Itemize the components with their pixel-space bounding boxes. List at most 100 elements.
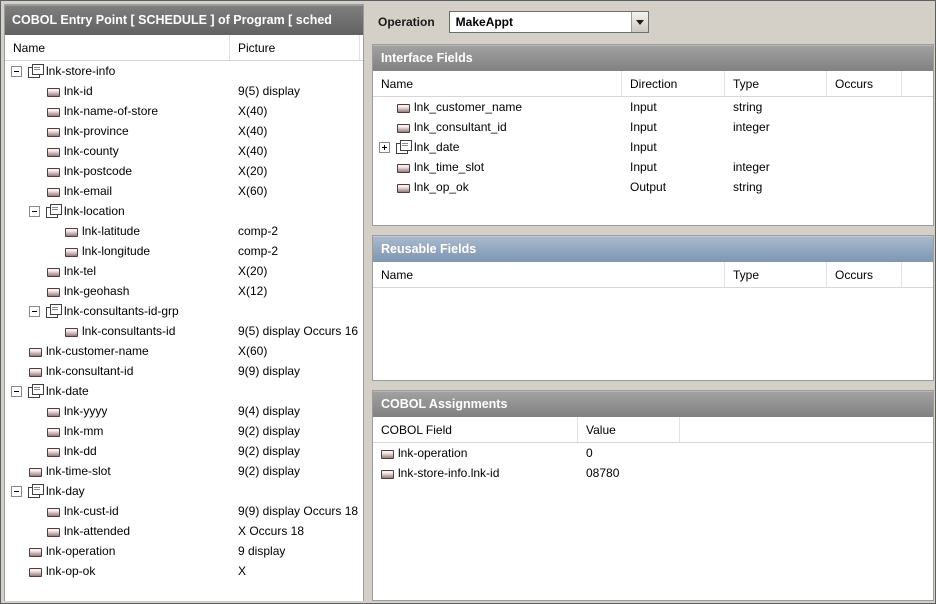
tree-row[interactable]: lnk-dd 9(2) display [5,441,363,461]
field-picture: 9(5) display [230,84,300,98]
tree-row[interactable]: lnk-op-ok X [5,561,363,581]
interface-fields-columns: Name Direction Type Occurs [373,71,933,97]
tree-row[interactable]: lnk-mm 9(2) display [5,421,363,441]
expand-toggle-icon[interactable] [11,563,28,579]
expand-toggle-icon[interactable] [47,223,64,239]
expand-toggle-icon[interactable] [29,83,46,99]
expand-toggle-icon[interactable] [29,183,46,199]
plus-minus-box-icon[interactable] [11,66,22,77]
expand-toggle-icon[interactable] [47,243,64,259]
expand-toggle-icon[interactable] [29,283,46,299]
column-header-value[interactable]: Value [578,417,680,442]
tree-row[interactable]: lnk-latitude comp-2 [5,221,363,241]
field-picture: 9(9) display Occurs 18 [230,504,358,518]
tree-row[interactable]: lnk-id 9(5) display [5,81,363,101]
field-name: lnk-province [64,124,129,138]
tree-name-cell: lnk-operation [5,541,230,561]
tree-row[interactable]: lnk-county X(40) [5,141,363,161]
tree-row[interactable]: lnk-store-info [5,61,363,81]
tree-row[interactable]: lnk-day [5,481,363,501]
expand-toggle-icon[interactable] [11,363,28,379]
expand-toggle-icon[interactable] [379,139,396,155]
tree-row[interactable]: lnk-email X(60) [5,181,363,201]
expand-toggle-icon[interactable] [11,543,28,559]
expand-toggle-icon[interactable] [29,143,46,159]
expand-toggle-icon[interactable] [29,123,46,139]
tree-row[interactable]: lnk-date [5,381,363,401]
column-header-type[interactable]: Type [725,71,827,96]
field-picture: X(20) [230,264,267,278]
tree-row[interactable]: lnk-yyyy 9(4) display [5,401,363,421]
plus-minus-box-icon[interactable] [11,386,22,397]
expand-toggle-icon[interactable] [29,203,46,219]
expand-toggle-icon[interactable] [29,103,46,119]
tree-row[interactable]: lnk-postcode X(20) [5,161,363,181]
assignment-row[interactable]: lnk-operation 0 [373,443,933,463]
interface-fields-header[interactable]: Interface Fields [373,45,933,71]
tree-row[interactable]: lnk-consultant-id 9(9) display [5,361,363,381]
field-name: lnk_op_ok [414,180,469,194]
tree-row[interactable]: lnk-province X(40) [5,121,363,141]
field-icon [28,63,44,79]
tree-row[interactable]: lnk-customer-name X(60) [5,341,363,361]
plus-minus-box-icon[interactable] [11,486,22,497]
column-header-name[interactable]: Name [373,71,622,96]
expand-toggle-icon[interactable] [11,343,28,359]
interface-field-row[interactable]: lnk_consultant_id Input integer [373,117,933,137]
field-icon [46,83,62,99]
tree-row[interactable]: lnk-attended X Occurs 18 [5,521,363,541]
expand-toggle-icon[interactable] [29,403,46,419]
field-picture: X Occurs 18 [230,524,304,538]
column-header-name[interactable]: Name [5,35,230,60]
operation-dropdown[interactable]: MakeAppt [449,11,649,33]
tree-name-cell: lnk-attended [5,521,230,541]
column-header-direction[interactable]: Direction [622,71,725,96]
expand-toggle-icon[interactable] [29,443,46,459]
tree-row[interactable]: lnk-operation 9 display [5,541,363,561]
tree-row[interactable]: lnk-name-of-store X(40) [5,101,363,121]
tree-row[interactable]: lnk-tel X(20) [5,261,363,281]
plus-minus-box-icon[interactable] [29,206,40,217]
expand-toggle-icon[interactable] [11,63,28,79]
expand-toggle-icon[interactable] [29,263,46,279]
expand-toggle-icon[interactable] [379,159,396,175]
expand-toggle-icon[interactable] [29,303,46,319]
tree-row[interactable]: lnk-geohash X(12) [5,281,363,301]
expand-toggle-icon[interactable] [379,179,396,195]
column-header-picture[interactable]: Picture [230,35,360,60]
expand-toggle-icon[interactable] [11,463,28,479]
mapping-panel: Operation MakeAppt Interface Fields Name… [372,5,934,603]
assignment-row[interactable]: lnk-store-info.lnk-id 08780 [373,463,933,483]
interface-field-row[interactable]: lnk_op_ok Output string [373,177,933,197]
interface-field-row[interactable]: lnk_time_slot Input integer [373,157,933,177]
column-header-type[interactable]: Type [725,262,827,287]
tree-row[interactable]: lnk-longitude comp-2 [5,241,363,261]
column-header-name[interactable]: Name [373,262,725,287]
expand-toggle-icon[interactable] [379,119,396,135]
expand-toggle-icon[interactable] [29,423,46,439]
tree-name-cell: lnk-dd [5,441,230,461]
expand-toggle-icon[interactable] [29,503,46,519]
dropdown-arrow-button[interactable] [631,12,648,32]
tree-row[interactable]: lnk-cust-id 9(9) display Occurs 18 [5,501,363,521]
expand-toggle-icon[interactable] [47,323,64,339]
plus-minus-box-icon[interactable] [29,306,40,317]
tree-row[interactable]: lnk-time-slot 9(2) display [5,461,363,481]
interface-field-row[interactable]: lnk_date Input [373,137,933,157]
expand-toggle-icon[interactable] [11,483,28,499]
reusable-fields-header[interactable]: Reusable Fields [373,236,933,262]
tree-row[interactable]: lnk-consultants-id 9(5) display Occurs 1… [5,321,363,341]
expand-toggle-icon[interactable] [11,383,28,399]
tree-name-cell: lnk-county [5,141,230,161]
column-header-occurs[interactable]: Occurs [827,262,902,287]
expand-toggle-icon[interactable] [379,99,396,115]
plus-minus-box-icon[interactable] [379,142,390,153]
cobol-assignments-header[interactable]: COBOL Assignments [373,391,933,417]
column-header-cobol-field[interactable]: COBOL Field [373,417,578,442]
column-header-occurs[interactable]: Occurs [827,71,902,96]
expand-toggle-icon[interactable] [29,163,46,179]
interface-field-row[interactable]: lnk_customer_name Input string [373,97,933,117]
tree-row[interactable]: lnk-consultants-id-grp [5,301,363,321]
tree-row[interactable]: lnk-location [5,201,363,221]
expand-toggle-icon[interactable] [29,523,46,539]
